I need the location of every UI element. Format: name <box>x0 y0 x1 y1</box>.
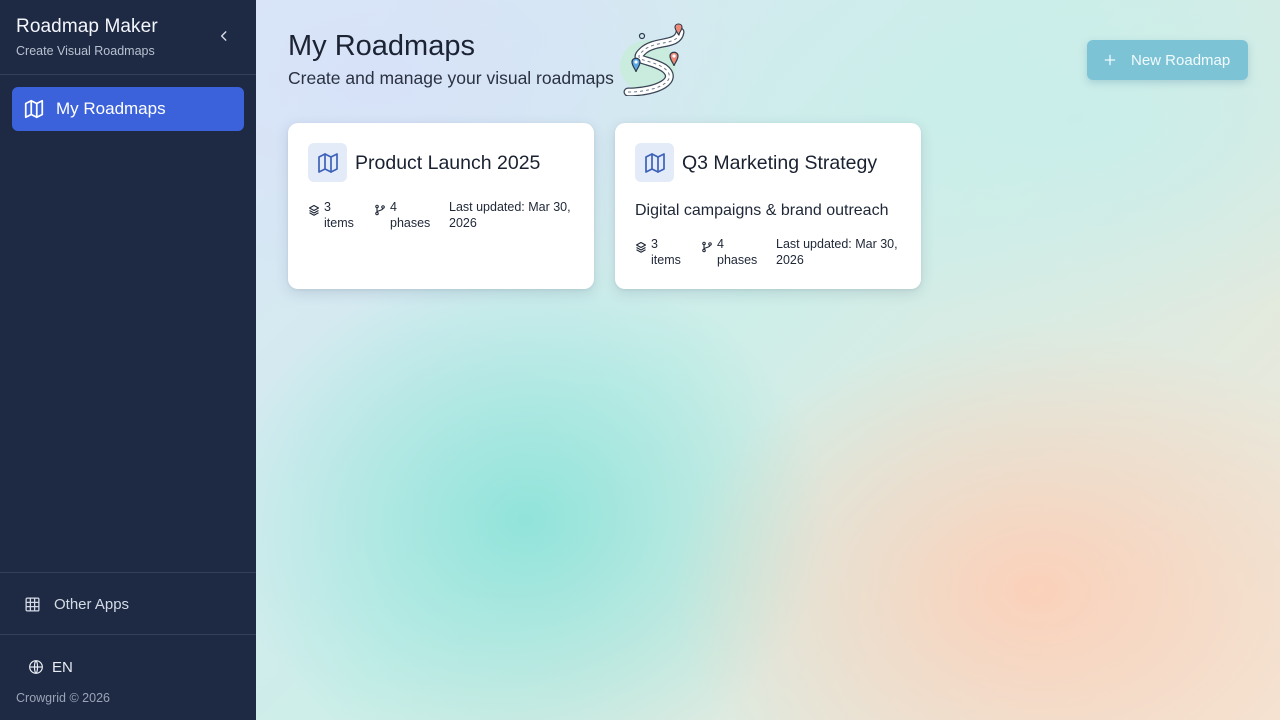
sidebar-divider <box>0 634 256 635</box>
other-apps-button[interactable]: Other Apps <box>12 588 244 620</box>
roadmap-card-description: Digital campaigns & brand outreach <box>635 202 889 219</box>
page-subtitle: Create and manage your visual roadmaps <box>288 68 614 88</box>
sidebar-divider <box>0 572 256 573</box>
roadmap-card[interactable]: Product Launch 2025 3 items 4 phases Last … <box>288 123 594 289</box>
branch-icon <box>375 204 385 216</box>
layers-icon <box>635 241 647 253</box>
sidebar-divider <box>0 74 256 75</box>
items-count-value: 3 <box>324 200 331 214</box>
roadmap-illustration <box>620 23 685 96</box>
app-title: Roadmap Maker <box>16 16 158 37</box>
grid-icon <box>25 596 40 612</box>
app-subtitle: Create Visual Roadmaps <box>16 44 155 58</box>
phases-count-value: 4 <box>390 200 397 214</box>
items-count: 3 items <box>635 236 701 268</box>
map-icon <box>24 99 44 119</box>
items-label: items <box>651 253 681 267</box>
roadmap-card[interactable]: Q3 Marketing Strategy Digital campaigns … <box>615 123 921 289</box>
sidebar-item-my-roadmaps[interactable]: My Roadmaps <box>12 87 244 131</box>
phases-label: phases <box>390 216 431 230</box>
other-apps-label: Other Apps <box>54 595 130 613</box>
roadmap-card-title: Product Launch 2025 <box>355 152 541 174</box>
last-updated: Last updated: Mar 30, 2026 <box>449 200 571 230</box>
copyright: Crowgrid © 2026 <box>16 691 110 705</box>
globe-icon <box>29 660 43 674</box>
phases-count: 4 phases <box>374 199 449 231</box>
map-icon <box>635 143 674 182</box>
sidebar: Roadmap Maker Create Visual Roadmaps My … <box>0 0 256 720</box>
phases-count-value: 4 <box>717 237 724 251</box>
branch-icon <box>702 241 712 253</box>
language-selector[interactable]: EN <box>16 654 73 680</box>
items-count-value: 3 <box>651 237 658 251</box>
map-icon <box>308 143 347 182</box>
roadmap-card-meta: 3 items 4 phases Last updated: Mar 30, 202… <box>308 199 587 231</box>
items-label: items <box>324 216 354 230</box>
phases-count: 4 phases <box>701 236 776 268</box>
brand: Roadmap Maker Create Visual Roadmaps <box>16 16 158 58</box>
phases-label: phases <box>717 253 758 267</box>
last-updated: Last updated: Mar 30, 2026 <box>776 237 898 267</box>
new-roadmap-label: New Roadmap <box>1131 51 1231 69</box>
roadmap-card-title: Q3 Marketing Strategy <box>682 152 878 174</box>
page-title: My Roadmaps <box>288 30 475 62</box>
items-count: 3 items <box>308 199 374 231</box>
new-roadmap-button[interactable]: New Roadmap <box>1087 40 1248 80</box>
roadmap-card-meta: 3 items 4 phases Last updated: Mar 30, 202… <box>635 236 914 268</box>
chevron-left-icon <box>220 31 227 41</box>
language-label: EN <box>52 658 73 676</box>
sidebar-item-label: My Roadmaps <box>56 99 166 118</box>
main-content: My Roadmaps Create and manage your visua… <box>256 0 1280 720</box>
layers-icon <box>308 204 320 216</box>
collapse-sidebar-button[interactable] <box>212 24 236 48</box>
plus-icon <box>1104 54 1116 66</box>
